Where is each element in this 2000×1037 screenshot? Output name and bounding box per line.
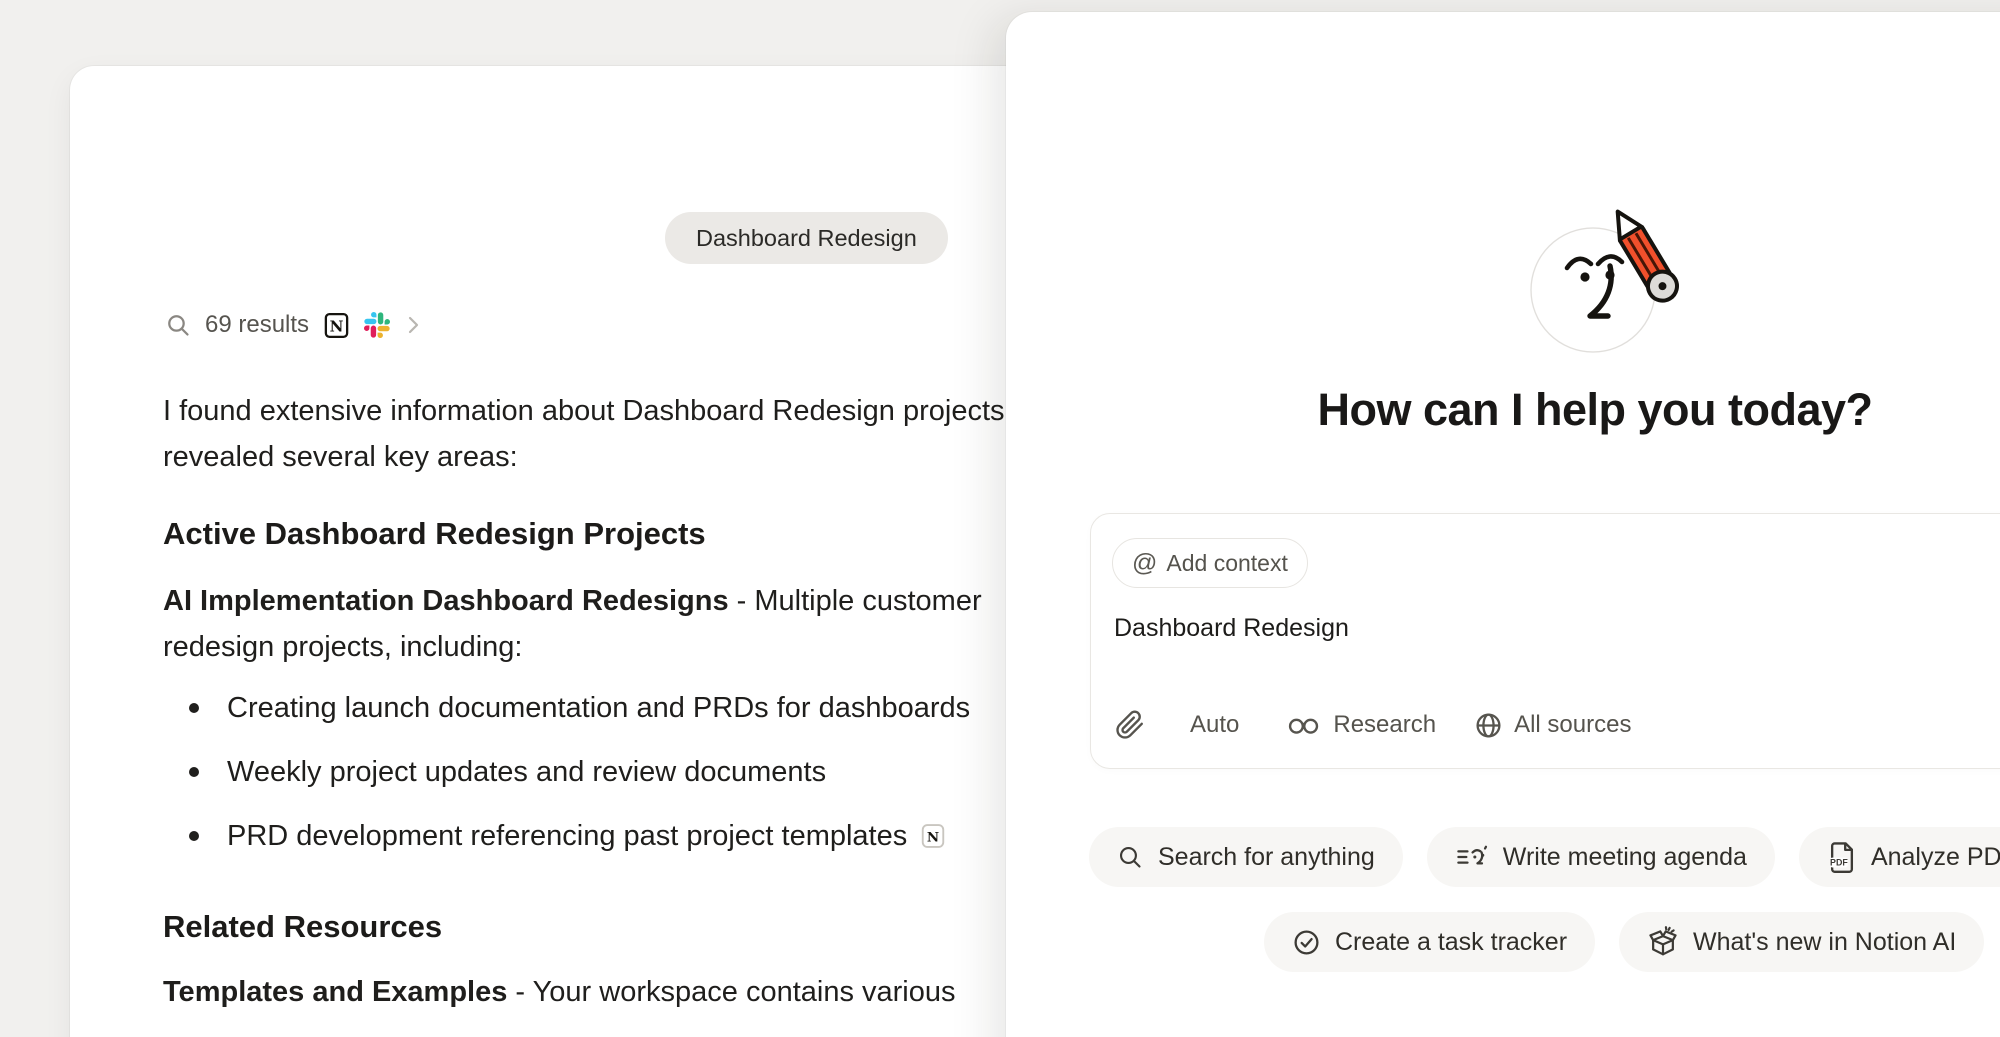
chip-label: Analyze PDF	[1871, 843, 2000, 872]
suggestion-write-meeting-agenda[interactable]: Write meeting agenda	[1427, 827, 1775, 887]
ai-composer[interactable]: @ Add context Dashboard Redesign Auto	[1090, 513, 2000, 769]
bullet-dot	[189, 703, 199, 713]
add-context-button[interactable]: @ Add context	[1112, 538, 1308, 588]
open-box-icon	[1647, 926, 1679, 958]
notion-page-badge[interactable]: N	[919, 822, 947, 850]
bullet-dot	[189, 831, 199, 841]
sources-selector[interactable]: All sources	[1474, 711, 1631, 740]
attachment-icon[interactable]	[1115, 710, 1145, 740]
search-icon	[1117, 844, 1144, 871]
bullet-dot	[189, 767, 199, 777]
notion-ai-screen: Dashboard Redesign 69 results N	[0, 0, 2000, 1037]
mode-label: Auto	[1190, 711, 1239, 739]
suggestion-row-2: Create a task tracker What's new i	[1264, 912, 1984, 972]
chevron-right-icon[interactable]	[403, 313, 423, 337]
section-heading-active-projects: Active Dashboard Redesign Projects	[163, 516, 706, 552]
suggestion-analyze-pdf[interactable]: PDF Analyze PDF	[1799, 827, 2000, 887]
chip-label: Write meeting agenda	[1503, 843, 1747, 872]
lead-rest-text: - Your workspace contains various	[507, 976, 955, 1008]
bullet-text: Creating launch documentation and PRDs f…	[227, 692, 970, 724]
globe-icon	[1474, 711, 1503, 740]
notion-ai-face-logo	[1498, 180, 1708, 390]
research-label: Research	[1333, 711, 1436, 739]
at-icon: @	[1132, 549, 1157, 578]
chip-label: Search for anything	[1158, 843, 1375, 872]
lead-bold-text: AI Implementation Dashboard Redesigns	[163, 585, 729, 617]
pdf-file-icon: PDF	[1827, 841, 1857, 873]
mode-selector[interactable]: Auto	[1190, 711, 1239, 739]
suggestion-row-1: Search for anything Write meeting agenda	[1089, 827, 2000, 887]
topic-pill[interactable]: Dashboard Redesign	[665, 212, 948, 264]
bullet-text: Weekly project updates and review docume…	[227, 756, 826, 788]
suggestion-search-anything[interactable]: Search for anything	[1089, 827, 1403, 887]
notion-source-icon: N	[322, 311, 351, 340]
composer-input[interactable]: Dashboard Redesign	[1114, 614, 1349, 643]
check-circle-icon	[1292, 928, 1321, 957]
svg-text:N: N	[330, 317, 344, 335]
suggestion-create-task-tracker[interactable]: Create a task tracker	[1264, 912, 1595, 972]
slack-source-icon	[364, 312, 390, 338]
sources-label: All sources	[1514, 711, 1631, 739]
search-icon	[165, 312, 192, 339]
results-summary-row[interactable]: 69 results N	[165, 309, 423, 341]
composer-toolbar: Auto Research	[1115, 708, 1631, 742]
chip-label: Create a task tracker	[1335, 928, 1567, 957]
greeting-heading: How can I help you today?	[1090, 384, 2000, 436]
chip-label: What's new in Notion AI	[1693, 928, 1956, 957]
agenda-face-icon	[1455, 842, 1489, 872]
suggestion-whats-new-notion-ai[interactable]: What's new in Notion AI	[1619, 912, 1984, 972]
add-context-label: Add context	[1166, 550, 1287, 577]
svg-text:PDF: PDF	[1830, 858, 1848, 868]
research-goggles-icon	[1286, 712, 1322, 738]
svg-text:N: N	[927, 829, 939, 845]
notion-ai-panel: How can I help you today? @ Add context …	[1006, 12, 2000, 1037]
research-toggle[interactable]: Research	[1286, 711, 1436, 739]
section-heading-related-resources: Related Resources	[163, 909, 442, 945]
results-count: 69 results	[205, 311, 309, 339]
bullet-text: PRD development referencing past project…	[227, 820, 907, 852]
lead-bold-text: Templates and Examples	[163, 976, 507, 1008]
lead-rest-text: - Multiple customer	[729, 585, 982, 617]
